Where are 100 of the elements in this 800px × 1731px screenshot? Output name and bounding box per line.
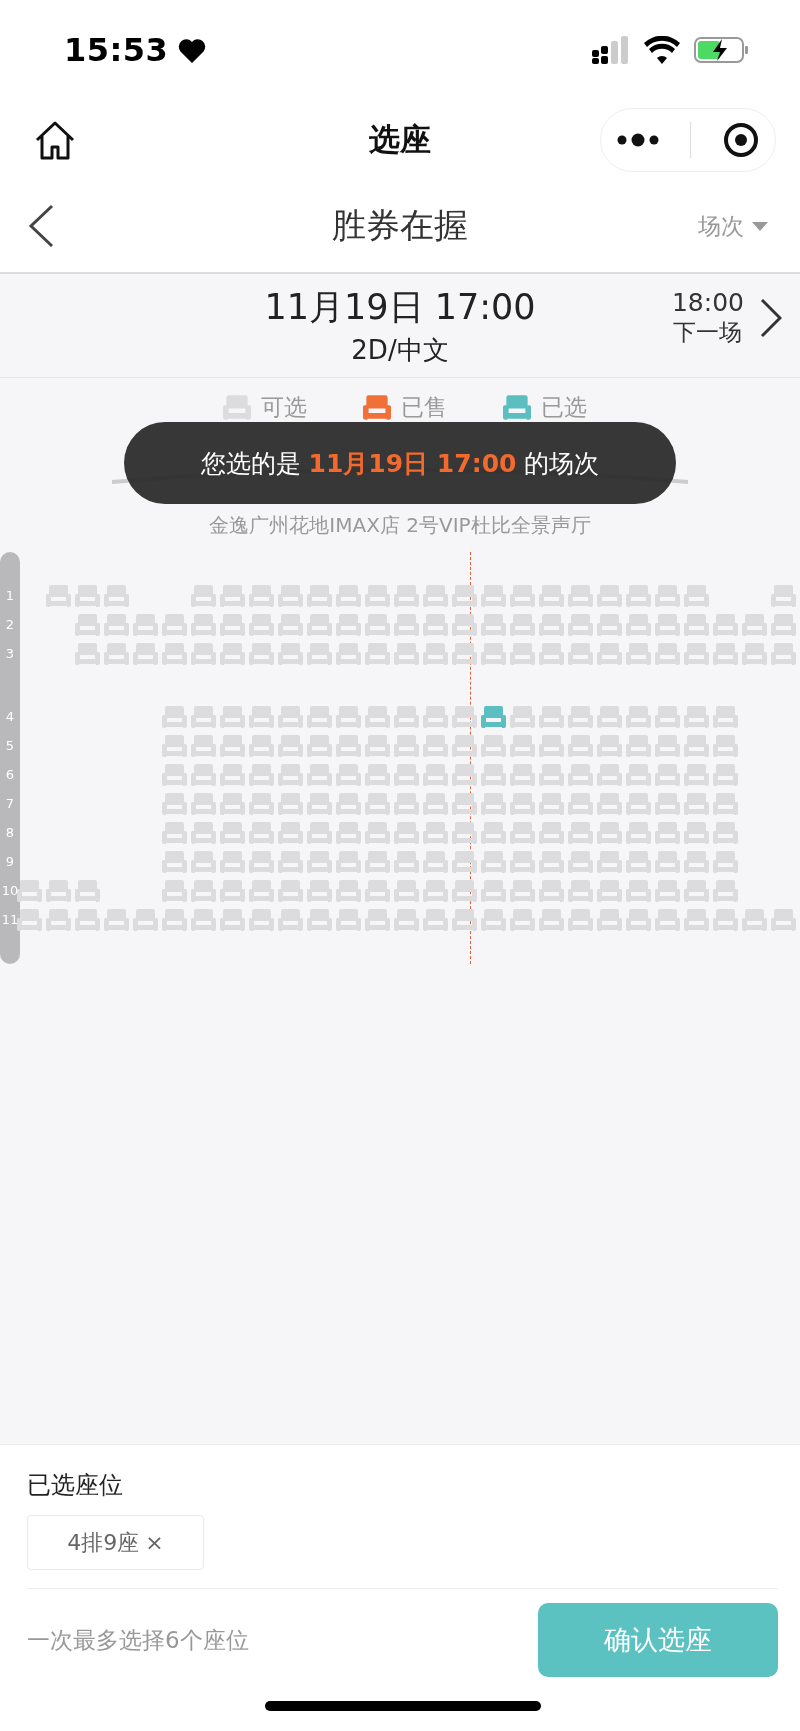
seat-icon[interactable]	[191, 850, 216, 874]
seat-icon[interactable]	[191, 763, 216, 787]
seat-icon[interactable]	[278, 821, 303, 845]
seat-icon[interactable]	[655, 763, 680, 787]
seat-icon[interactable]	[510, 908, 535, 932]
seat-icon[interactable]	[713, 821, 738, 845]
seat-icon[interactable]	[249, 821, 274, 845]
seat-icon[interactable]	[336, 642, 361, 666]
seat-icon[interactable]	[423, 908, 448, 932]
seat-icon[interactable]	[104, 584, 129, 608]
seat-icon[interactable]	[365, 734, 390, 758]
seat-icon[interactable]	[220, 908, 245, 932]
seat-icon[interactable]	[162, 642, 187, 666]
seat-icon[interactable]	[365, 908, 390, 932]
seat-icon[interactable]	[423, 792, 448, 816]
seat-icon[interactable]	[307, 705, 332, 729]
seat-icon[interactable]	[220, 879, 245, 903]
seat-icon[interactable]	[220, 821, 245, 845]
seat-icon[interactable]	[539, 613, 564, 637]
seat-icon[interactable]	[568, 613, 593, 637]
seat-icon[interactable]	[104, 642, 129, 666]
seat-icon[interactable]	[626, 908, 651, 932]
seat-icon[interactable]	[423, 879, 448, 903]
seat-icon[interactable]	[771, 584, 796, 608]
seat-icon[interactable]	[742, 642, 767, 666]
seat-icon[interactable]	[162, 763, 187, 787]
seat-icon[interactable]	[510, 613, 535, 637]
seat-icon[interactable]	[452, 705, 477, 729]
seat-icon[interactable]	[510, 821, 535, 845]
seat-icon[interactable]	[307, 613, 332, 637]
seat-icon[interactable]	[510, 642, 535, 666]
seat-icon[interactable]	[510, 734, 535, 758]
seat-icon[interactable]	[394, 879, 419, 903]
seat-icon[interactable]	[568, 734, 593, 758]
seat-icon[interactable]	[626, 821, 651, 845]
seat-icon[interactable]	[249, 734, 274, 758]
seat-icon[interactable]	[684, 734, 709, 758]
seat-icon[interactable]	[684, 763, 709, 787]
seat-icon[interactable]	[220, 734, 245, 758]
seat-icon[interactable]	[655, 613, 680, 637]
seat-icon[interactable]	[568, 705, 593, 729]
seat-icon[interactable]	[191, 584, 216, 608]
home-icon[interactable]	[34, 120, 76, 160]
seat-icon[interactable]	[220, 642, 245, 666]
seat-icon[interactable]	[307, 763, 332, 787]
seat-icon[interactable]	[17, 879, 42, 903]
seat-icon[interactable]	[278, 613, 303, 637]
seat-icon[interactable]	[655, 792, 680, 816]
seat-icon[interactable]	[713, 908, 738, 932]
seat-icon[interactable]	[46, 908, 71, 932]
seat-icon[interactable]	[249, 908, 274, 932]
more-icon[interactable]	[616, 133, 659, 147]
seat-icon[interactable]	[394, 850, 419, 874]
seat-icon[interactable]	[307, 879, 332, 903]
seat-icon[interactable]	[510, 763, 535, 787]
back-icon[interactable]	[28, 204, 54, 248]
seat-icon[interactable]	[223, 393, 251, 421]
seat-icon[interactable]	[655, 705, 680, 729]
seat-icon[interactable]	[307, 908, 332, 932]
seat-icon[interactable]	[771, 613, 796, 637]
seat-icon[interactable]	[597, 850, 622, 874]
seat-icon[interactable]	[191, 705, 216, 729]
seat-icon[interactable]	[307, 642, 332, 666]
seat-icon[interactable]	[539, 821, 564, 845]
seat-icon[interactable]	[336, 821, 361, 845]
seat-icon[interactable]	[684, 821, 709, 845]
seat-icon[interactable]	[249, 613, 274, 637]
seat-icon[interactable]	[278, 734, 303, 758]
seat-icon[interactable]	[75, 584, 100, 608]
seat-icon[interactable]	[278, 850, 303, 874]
seat-icon[interactable]	[191, 613, 216, 637]
seat-icon[interactable]	[597, 763, 622, 787]
seat-icon[interactable]	[771, 642, 796, 666]
seat-icon[interactable]	[452, 792, 477, 816]
seat-icon[interactable]	[626, 850, 651, 874]
seat-icon[interactable]	[510, 850, 535, 874]
seat-icon[interactable]	[394, 792, 419, 816]
seat-icon[interactable]	[626, 879, 651, 903]
seat-icon[interactable]	[162, 850, 187, 874]
seat-icon[interactable]	[626, 792, 651, 816]
seat-icon[interactable]	[626, 613, 651, 637]
seat-icon[interactable]	[336, 734, 361, 758]
seat-icon[interactable]	[394, 734, 419, 758]
seat-icon[interactable]	[503, 393, 531, 421]
seat-icon[interactable]	[191, 908, 216, 932]
seat-icon[interactable]	[278, 642, 303, 666]
seat-icon[interactable]	[481, 763, 506, 787]
close-target-icon[interactable]	[723, 122, 760, 158]
seat-icon[interactable]	[539, 734, 564, 758]
seat-icon[interactable]	[46, 584, 71, 608]
seat-icon[interactable]	[452, 642, 477, 666]
selected-seat-chip[interactable]: 4排9座 ×	[27, 1515, 204, 1570]
seat-icon[interactable]	[104, 908, 129, 932]
seat-icon[interactable]	[713, 642, 738, 666]
seat-icon[interactable]	[568, 763, 593, 787]
seat-icon[interactable]	[423, 850, 448, 874]
seat-icon[interactable]	[162, 879, 187, 903]
seat-icon[interactable]	[510, 792, 535, 816]
seat-icon[interactable]	[249, 763, 274, 787]
seat-icon[interactable]	[510, 879, 535, 903]
